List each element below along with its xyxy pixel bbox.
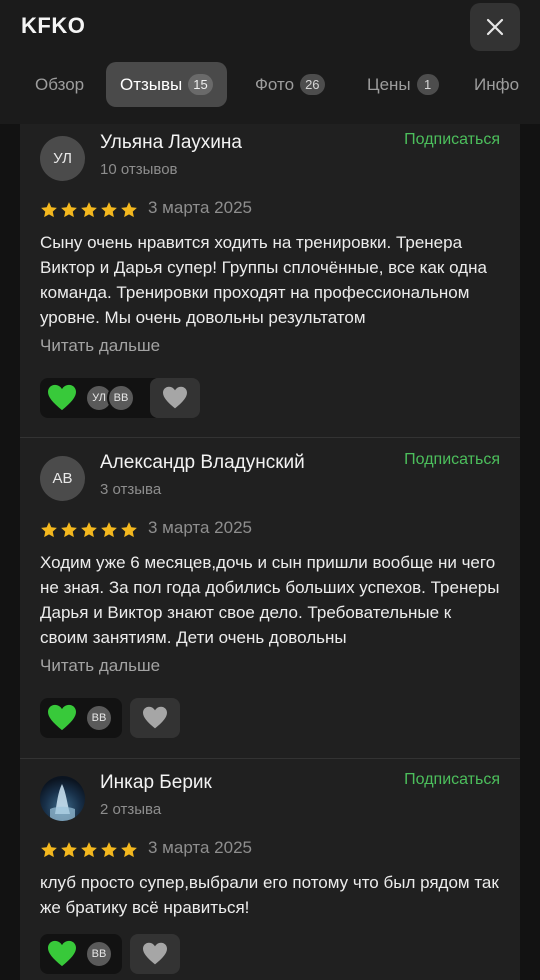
author-review-count: 10 отзывов xyxy=(100,161,178,178)
divider xyxy=(20,758,520,759)
tab-label: Фото xyxy=(255,74,295,94)
heart-icon xyxy=(143,706,167,729)
rating-stars xyxy=(40,841,138,859)
close-icon xyxy=(486,18,504,36)
tab-count-badge: 26 xyxy=(300,74,325,95)
tab-label: Отзывы xyxy=(120,74,183,94)
star-icon xyxy=(101,202,117,218)
tab-label: Инфо xyxy=(474,74,520,94)
like-button[interactable] xyxy=(150,378,200,418)
read-more-link[interactable]: Читать дальше xyxy=(40,336,160,356)
tab-label: Обзор xyxy=(35,74,85,94)
review-text: клуб просто супер,выбрали его потому что… xyxy=(40,873,499,917)
star-icon xyxy=(121,202,137,218)
tab-count-badge: 1 xyxy=(416,74,439,95)
star-icon xyxy=(81,522,97,538)
green-heart-icon xyxy=(48,704,76,731)
reactions-summary[interactable]: ВВ xyxy=(40,698,122,738)
author-name[interactable]: Ульяна Лаухина xyxy=(100,132,242,154)
green-heart-icon xyxy=(48,384,76,411)
tab-reviews[interactable]: Отзывы 15 xyxy=(106,62,227,107)
review-date: 3 марта 2025 xyxy=(148,518,252,537)
star-icon xyxy=(81,842,97,858)
rating-stars xyxy=(40,201,138,219)
tab-count-badge: 15 xyxy=(188,74,213,95)
tab-bar: Обзор Отзывы 15 Фото 26 Цены 1 Инфо xyxy=(0,62,540,107)
reactor-avatar: ВВ xyxy=(85,940,113,968)
star-icon xyxy=(61,202,77,218)
star-icon xyxy=(101,522,117,538)
review-text: Ходим уже 6 месяцев,дочь и сын пришли во… xyxy=(40,553,500,647)
author-name[interactable]: Александр Владунский xyxy=(100,452,305,474)
subscribe-button[interactable]: Подписаться xyxy=(404,771,500,789)
read-more-link[interactable]: Читать дальше xyxy=(40,656,160,676)
reactions-summary[interactable]: УЛ ВВ xyxy=(40,378,162,418)
avatar[interactable]: АВ xyxy=(40,456,85,501)
page-title: KFKO xyxy=(21,13,86,38)
subscribe-button[interactable]: Подписаться xyxy=(404,131,500,149)
star-icon xyxy=(61,842,77,858)
avatar-photo xyxy=(50,784,75,821)
author-review-count: 3 отзыва xyxy=(100,481,162,498)
review-date: 3 марта 2025 xyxy=(148,198,252,217)
divider xyxy=(20,437,520,438)
star-icon xyxy=(121,842,137,858)
star-icon xyxy=(61,522,77,538)
avatar[interactable] xyxy=(40,776,85,821)
subscribe-button[interactable]: Подписаться xyxy=(404,451,500,469)
tab-label: Цены xyxy=(367,74,411,94)
star-icon xyxy=(41,202,57,218)
author-review-count: 2 отзыва xyxy=(100,801,162,818)
reactions-summary[interactable]: ВВ xyxy=(40,934,122,974)
reactor-avatar: ВВ xyxy=(107,384,135,412)
like-button[interactable] xyxy=(130,698,180,738)
reactor-avatar: ВВ xyxy=(85,704,113,732)
review-date: 3 марта 2025 xyxy=(148,838,252,857)
star-icon xyxy=(41,842,57,858)
top-header: KFKO Обзор Отзывы 15 Фото 26 Цены 1 Инфо xyxy=(0,0,540,124)
green-heart-icon xyxy=(48,940,76,967)
avatar[interactable]: УЛ xyxy=(40,136,85,181)
star-icon xyxy=(41,522,57,538)
tab-prices[interactable]: Цены 1 xyxy=(367,62,439,107)
heart-icon xyxy=(163,386,187,409)
star-icon xyxy=(121,522,137,538)
tab-info[interactable]: Инфо xyxy=(474,62,519,107)
author-name[interactable]: Инкар Берик xyxy=(100,772,212,794)
tab-overview[interactable]: Обзор xyxy=(35,62,84,107)
heart-icon xyxy=(143,942,167,965)
review-text: Сыну очень нравится ходить на тренировки… xyxy=(40,233,487,327)
like-button[interactable] xyxy=(130,934,180,974)
rating-stars xyxy=(40,521,138,539)
reviews-feed[interactable]: УЛ Ульяна Лаухина 10 отзывов Подписаться… xyxy=(20,124,520,980)
star-icon xyxy=(81,202,97,218)
star-icon xyxy=(101,842,117,858)
tab-photos[interactable]: Фото 26 xyxy=(255,62,325,107)
close-button[interactable] xyxy=(470,3,520,51)
